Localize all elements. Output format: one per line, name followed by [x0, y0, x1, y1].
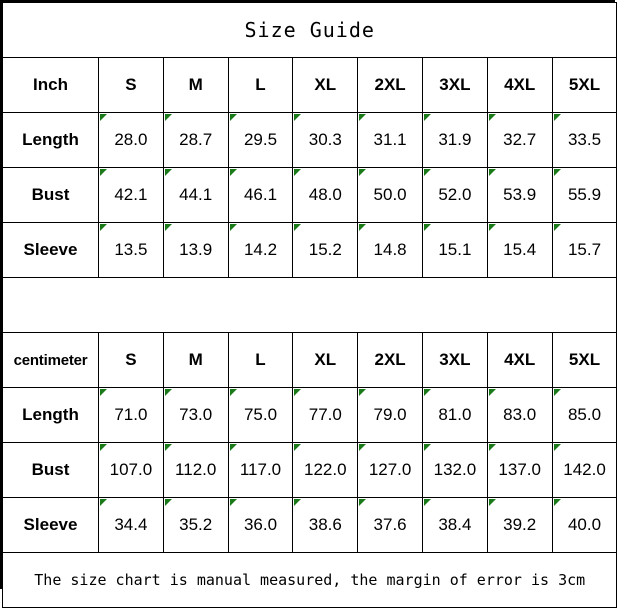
cell-cm-length-3xl: 81.0	[421, 387, 488, 443]
row-label-length-cm: Length	[2, 387, 99, 443]
table-row: Length 71.0 73.0 75.0 77.0 79.0 81.0 83.…	[2, 387, 617, 443]
cell-cm-sleeve-3xl: 38.4	[421, 497, 488, 553]
size-header-s: S	[98, 57, 164, 113]
table-row: Sleeve 13.5 13.9 14.2 15.2 14.8 15.1 15.…	[2, 222, 617, 278]
cell-inch-bust-3xl: 52.0	[421, 167, 488, 223]
cell-cm-bust-s: 107.0	[98, 442, 164, 498]
cell-inch-sleeve-2xl: 14.8	[357, 222, 423, 278]
cell-cm-bust-3xl: 132.0	[421, 442, 488, 498]
size-header-cm-l: L	[227, 332, 294, 388]
footer-row: The size chart is manual measured, the m…	[1, 552, 617, 608]
cell-inch-bust-l: 46.1	[227, 167, 294, 223]
cell-inch-length-xl: 30.3	[292, 112, 359, 168]
size-guide-table: Size Guide Inch S M L XL 2XL 3XL 4XL 5XL…	[1, 2, 617, 608]
size-header-cm-s: S	[98, 332, 164, 388]
header-row-inch: Inch S M L XL 2XL 3XL 4XL 5XL	[2, 57, 617, 113]
cell-cm-bust-xl: 122.0	[292, 442, 359, 498]
size-header-cm-xl: XL	[292, 332, 359, 388]
cell-inch-sleeve-m: 13.9	[162, 222, 229, 278]
cell-cm-length-5xl: 85.0	[551, 387, 617, 443]
cell-cm-bust-5xl: 142.0	[551, 442, 617, 498]
cell-cm-length-2xl: 79.0	[357, 387, 423, 443]
cell-cm-sleeve-5xl: 40.0	[551, 497, 617, 553]
cell-inch-length-4xl: 32.7	[486, 112, 553, 168]
header-row-centimeter: centimeter S M L XL 2XL 3XL 4XL 5XL	[2, 332, 617, 388]
unit-label-centimeter: centimeter	[2, 332, 99, 388]
cell-cm-length-4xl: 83.0	[486, 387, 553, 443]
row-label-bust-inch: Bust	[2, 167, 99, 223]
cell-cm-length-m: 73.0	[162, 387, 229, 443]
table-row: Sleeve 34.4 35.2 36.0 38.6 37.6 38.4 39.…	[2, 497, 617, 553]
cell-inch-sleeve-s: 13.5	[98, 222, 164, 278]
cell-inch-bust-4xl: 53.9	[486, 167, 553, 223]
title-row: Size Guide	[1, 2, 617, 58]
spacer-row	[1, 277, 617, 333]
size-header-cm-2xl: 2XL	[357, 332, 423, 388]
table-row: Bust 107.0 112.0 117.0 122.0 127.0 132.0…	[2, 442, 617, 498]
cell-cm-bust-l: 117.0	[227, 442, 294, 498]
cell-inch-bust-s: 42.1	[98, 167, 164, 223]
cell-cm-sleeve-m: 35.2	[162, 497, 229, 553]
cell-inch-bust-m: 44.1	[162, 167, 229, 223]
row-label-length-inch: Length	[2, 112, 99, 168]
row-label-sleeve-inch: Sleeve	[2, 222, 99, 278]
cell-inch-length-3xl: 31.9	[421, 112, 488, 168]
cell-inch-sleeve-l: 14.2	[227, 222, 294, 278]
cell-inch-sleeve-4xl: 15.4	[486, 222, 553, 278]
table-row: Length 28.0 28.7 29.5 30.3 31.1 31.9 32.…	[2, 112, 617, 168]
unit-label-inch: Inch	[2, 57, 99, 113]
page-title: Size Guide	[1, 2, 617, 58]
row-label-sleeve-cm: Sleeve	[2, 497, 99, 553]
size-header-m: M	[162, 57, 229, 113]
cell-inch-sleeve-3xl: 15.1	[421, 222, 488, 278]
size-header-cm-5xl: 5XL	[551, 332, 617, 388]
cell-inch-length-2xl: 31.1	[357, 112, 423, 168]
footer-note: The size chart is manual measured, the m…	[1, 552, 617, 608]
cell-inch-bust-2xl: 50.0	[357, 167, 423, 223]
cell-cm-length-xl: 77.0	[292, 387, 359, 443]
cell-inch-length-m: 28.7	[162, 112, 229, 168]
size-guide-sheet: Size Guide Inch S M L XL 2XL 3XL 4XL 5XL…	[0, 0, 617, 608]
cell-cm-length-l: 75.0	[227, 387, 294, 443]
table-row: Bust 42.1 44.1 46.1 48.0 50.0 52.0 53.9 …	[2, 167, 617, 223]
size-header-xl: XL	[292, 57, 359, 113]
cell-cm-sleeve-s: 34.4	[98, 497, 164, 553]
size-header-cm-m: M	[162, 332, 229, 388]
cell-inch-length-5xl: 33.5	[551, 112, 617, 168]
cell-cm-length-s: 71.0	[98, 387, 164, 443]
size-header-4xl: 4XL	[486, 57, 553, 113]
size-header-3xl: 3XL	[421, 57, 488, 113]
size-header-l: L	[227, 57, 294, 113]
spacer-cell	[1, 277, 617, 333]
cell-cm-sleeve-2xl: 37.6	[357, 497, 423, 553]
cell-inch-bust-5xl: 55.9	[551, 167, 617, 223]
cell-inch-length-l: 29.5	[227, 112, 294, 168]
cell-inch-bust-xl: 48.0	[292, 167, 359, 223]
cell-cm-bust-2xl: 127.0	[357, 442, 423, 498]
size-header-2xl: 2XL	[357, 57, 423, 113]
row-label-bust-cm: Bust	[2, 442, 99, 498]
cell-cm-sleeve-4xl: 39.2	[486, 497, 553, 553]
cell-cm-bust-m: 112.0	[162, 442, 229, 498]
cell-cm-bust-4xl: 137.0	[486, 442, 553, 498]
cell-inch-sleeve-5xl: 15.7	[551, 222, 617, 278]
cell-cm-sleeve-xl: 38.6	[292, 497, 359, 553]
size-header-5xl: 5XL	[551, 57, 617, 113]
cell-inch-length-s: 28.0	[98, 112, 164, 168]
cell-cm-sleeve-l: 36.0	[227, 497, 294, 553]
cell-inch-sleeve-xl: 15.2	[292, 222, 359, 278]
size-header-cm-3xl: 3XL	[421, 332, 488, 388]
size-header-cm-4xl: 4XL	[486, 332, 553, 388]
